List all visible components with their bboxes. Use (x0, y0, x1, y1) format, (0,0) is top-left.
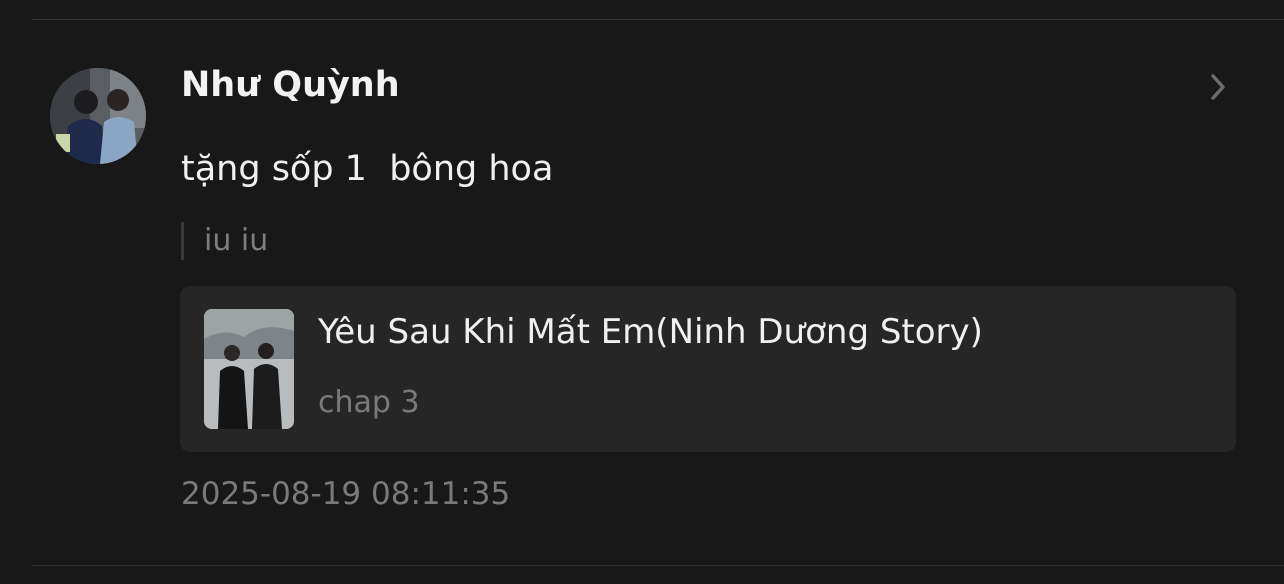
story-title: Yêu Sau Khi Mất Em(Ninh Dương Story) (318, 312, 983, 352)
top-divider (32, 19, 1284, 20)
chevron-right-icon[interactable] (1204, 70, 1232, 104)
username[interactable]: Như Quỳnh (181, 62, 400, 108)
story-cover-image (204, 309, 294, 429)
bottom-divider (32, 565, 1284, 566)
story-chapter: chap 3 (318, 385, 420, 420)
avatar[interactable] (50, 68, 146, 164)
comment-message: tặng sốp 1 bông hoa (181, 149, 554, 189)
quoted-text: iu iu (181, 222, 268, 260)
story-card[interactable]: Yêu Sau Khi Mất Em(Ninh Dương Story) cha… (180, 286, 1236, 452)
comment-timestamp: 2025-08-19 08:11:35 (181, 476, 511, 512)
